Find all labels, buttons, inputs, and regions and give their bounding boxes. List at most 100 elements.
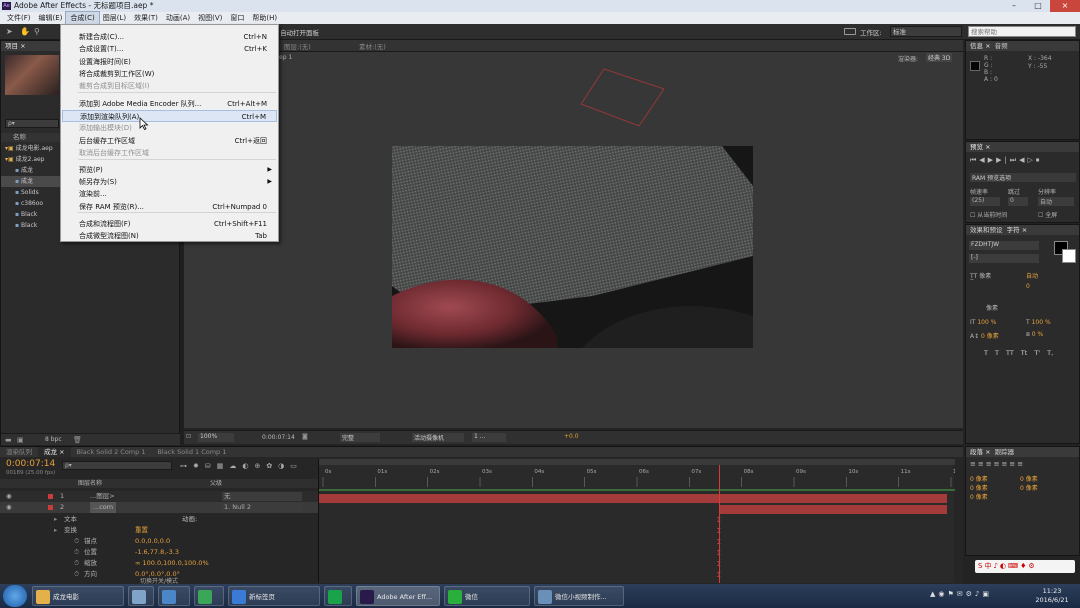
property-row[interactable]: ⏱ 锚点 0.0,0.0,0.0 bbox=[0, 536, 318, 547]
project-item[interactable]: ▪ Black bbox=[1, 220, 61, 231]
camera-select[interactable]: 活动摄像机 bbox=[412, 433, 464, 442]
playhead[interactable] bbox=[718, 465, 720, 583]
indent-field[interactable]: 0 像素 bbox=[970, 493, 1020, 502]
resolution-select[interactable]: 完整 bbox=[340, 433, 380, 442]
taskbar-app[interactable] bbox=[324, 586, 352, 606]
menu-item-5[interactable]: 添加到 Adobe Media Encoder 队列... Ctrl+Alt+M bbox=[62, 98, 277, 110]
character-tab[interactable]: 字符 × bbox=[1007, 226, 1028, 234]
timeline-track-area[interactable]: 0s01s02s03s04s05s06s07s08s09s10s11s12s ⌶… bbox=[318, 459, 955, 583]
taskbar-app[interactable] bbox=[158, 586, 190, 606]
timeline-tab[interactable]: 渲染队列 bbox=[0, 447, 38, 457]
menu-item-15[interactable]: 合成微型流程图(N) Tab bbox=[62, 230, 277, 242]
frame-rate-select[interactable]: (25) bbox=[970, 197, 1000, 206]
workspace-select[interactable]: 标准 bbox=[890, 26, 962, 37]
tracking-field[interactable]: 0 bbox=[1026, 283, 1030, 290]
menu-item-14[interactable]: 合成和流程图(F) Ctrl+Shift+F11 bbox=[62, 218, 277, 230]
property-value[interactable]: 动画: bbox=[182, 514, 197, 525]
exposure-value[interactable]: +0.0 bbox=[564, 433, 579, 440]
menu-item-9[interactable]: 取消后台缓存工作区域 bbox=[62, 147, 277, 159]
layer-tab[interactable]: 图层:(无) bbox=[284, 41, 311, 51]
property-value[interactable]: 重置 bbox=[135, 525, 148, 536]
tracker-tab[interactable]: 跟踪器 bbox=[995, 448, 1015, 456]
indent-field[interactable]: 0 像素 bbox=[970, 484, 1020, 493]
timeline-tab[interactable]: Black Solid 2 Comp 1 bbox=[71, 447, 152, 457]
parent-select[interactable]: 无 bbox=[222, 492, 302, 501]
stopwatch-icon[interactable]: ⏱ bbox=[74, 569, 79, 580]
property-value[interactable]: -1.6,77.8,-3.3 bbox=[135, 547, 179, 558]
timeline-search-input[interactable]: ρ▾ bbox=[62, 461, 172, 470]
property-value[interactable]: 0.0,0.0,0.0 bbox=[135, 536, 170, 547]
views-select[interactable]: 1 ... bbox=[472, 433, 506, 442]
project-search-input[interactable]: ρ▾ bbox=[5, 119, 59, 128]
timeline-tab[interactable]: 成龙 × bbox=[38, 447, 71, 457]
close-button[interactable]: × bbox=[1050, 0, 1080, 12]
bpc-label[interactable]: 8 bpc bbox=[45, 436, 62, 443]
zoom-tool-icon[interactable]: ⚲ bbox=[34, 27, 43, 36]
layer-name[interactable]: ...图层> bbox=[90, 491, 115, 502]
baseline-field[interactable]: A↕ 0 像素 bbox=[970, 331, 999, 340]
indent-field[interactable]: 0 像素 bbox=[970, 475, 1020, 484]
eye-icon[interactable]: ◉ bbox=[6, 502, 12, 513]
footage-tab[interactable]: 素材:(无) bbox=[359, 41, 386, 51]
font-style-select[interactable]: [-] bbox=[969, 254, 1039, 263]
new-comp-icon[interactable]: ▣ bbox=[17, 436, 24, 444]
renderer-value[interactable]: 经典 3D bbox=[926, 53, 953, 62]
alignment-buttons[interactable]: ≡≡≡≡≡≡≡ bbox=[970, 460, 1025, 468]
text-style-button[interactable]: T' bbox=[1034, 349, 1040, 357]
stroke-color-swatch[interactable] bbox=[1062, 249, 1076, 263]
taskbar-app[interactable] bbox=[128, 586, 154, 606]
menu-8[interactable]: 帮助(H) bbox=[248, 12, 281, 24]
hand-tool-icon[interactable]: ✋ bbox=[20, 27, 30, 36]
menu-3[interactable]: 图层(L) bbox=[99, 12, 130, 24]
menu-item-0[interactable]: 新建合成(C)... Ctrl+N bbox=[62, 31, 277, 43]
text-style-button[interactable]: T, bbox=[1047, 349, 1053, 357]
menu-6[interactable]: 视图(V) bbox=[194, 12, 226, 24]
horizontal-scale-field[interactable]: T 100 % bbox=[1026, 319, 1051, 326]
taskbar-app[interactable] bbox=[194, 586, 224, 606]
leading-field[interactable]: 自动 bbox=[1026, 271, 1038, 280]
auto-open-panels[interactable]: 自动打开面板 bbox=[280, 27, 319, 37]
time-ruler[interactable]: 0s 01s 02s 03s 04s 05s 06s 07s 08s 09s 10s 11s 12s bbox=[319, 465, 955, 489]
menu-item-1[interactable]: 合成设置(T)... Ctrl+K bbox=[62, 43, 277, 55]
menu-1[interactable]: 编辑(E) bbox=[35, 12, 67, 24]
text-style-button[interactable]: TT bbox=[1006, 349, 1014, 357]
viewer-timecode[interactable]: 0:00:07:14 bbox=[262, 434, 295, 441]
project-item[interactable]: ▪ 成龙 bbox=[1, 176, 61, 187]
layer-name[interactable]: ...com bbox=[90, 502, 117, 513]
stopwatch-icon[interactable]: ▸ bbox=[54, 514, 57, 525]
taskbar-app[interactable]: 微信 bbox=[444, 586, 530, 606]
menu-7[interactable]: 窗口 bbox=[226, 12, 248, 24]
timeline-switch-icons[interactable]: ⊶✹⛁▦☁◐⊕✿◑▭ bbox=[180, 462, 303, 470]
table-row[interactable]: ◉ 2 ...com 1. Null 2 bbox=[0, 502, 318, 513]
skip-select[interactable]: 0 bbox=[1008, 197, 1028, 206]
taskbar-app[interactable]: Adobe After Eff... bbox=[356, 586, 440, 606]
stopwatch-icon[interactable]: ⏱ bbox=[74, 536, 79, 547]
maximize-button[interactable]: □ bbox=[1026, 0, 1050, 12]
text-style-button[interactable]: Tt bbox=[1021, 349, 1028, 357]
project-item[interactable]: ▪ c386oo bbox=[1, 198, 61, 209]
property-row[interactable]: ▸ 文本 动画: bbox=[0, 514, 318, 525]
property-value[interactable]: ∞ 100.0,100.0,100.0% bbox=[135, 558, 209, 569]
project-item[interactable]: ▪ Black bbox=[1, 209, 61, 220]
vertical-scale-field[interactable]: IT 100 % bbox=[970, 319, 996, 326]
indent-field[interactable]: 0 像素 bbox=[1020, 475, 1070, 484]
font-family-select[interactable]: FZDHTJW bbox=[969, 241, 1039, 250]
layer-name-header[interactable]: 图层名称 bbox=[78, 479, 102, 488]
stopwatch-icon[interactable]: ⏱ bbox=[74, 547, 79, 558]
timeline-tab[interactable]: Black Solid 1 Comp 1 bbox=[151, 447, 232, 457]
folder-icon[interactable]: ▬ bbox=[5, 436, 12, 444]
search-help-input[interactable]: 搜索帮助 bbox=[968, 26, 1076, 37]
property-row[interactable]: ⏱ 位置 -1.6,77.8,-3.3 bbox=[0, 547, 318, 558]
clock-date[interactable]: 2016/6/21 bbox=[1028, 596, 1076, 605]
project-tab[interactable]: 项目 × bbox=[5, 42, 26, 50]
project-item[interactable]: ▾▣ 成龙2.aep bbox=[1, 154, 61, 165]
taskbar-app[interactable]: 微信小视频制作... bbox=[534, 586, 624, 606]
tsume-field[interactable]: ⧈ 0 % bbox=[1026, 331, 1043, 339]
menu-item-13[interactable]: 保存 RAM 预览(R)... Ctrl+Numpad 0 bbox=[62, 201, 277, 213]
timeline-timecode[interactable]: 0:00:07:14 bbox=[6, 459, 55, 469]
menu-0[interactable]: 文件(F) bbox=[3, 12, 35, 24]
eye-icon[interactable]: ◉ bbox=[6, 491, 12, 502]
property-row[interactable]: ⏱ 缩放 ∞ 100.0,100.0,100.0% bbox=[0, 558, 318, 569]
stroke-width-field[interactable]: 像素 bbox=[986, 303, 998, 312]
menu-item-11[interactable]: 帧另存为(S) ▶ bbox=[62, 176, 277, 188]
